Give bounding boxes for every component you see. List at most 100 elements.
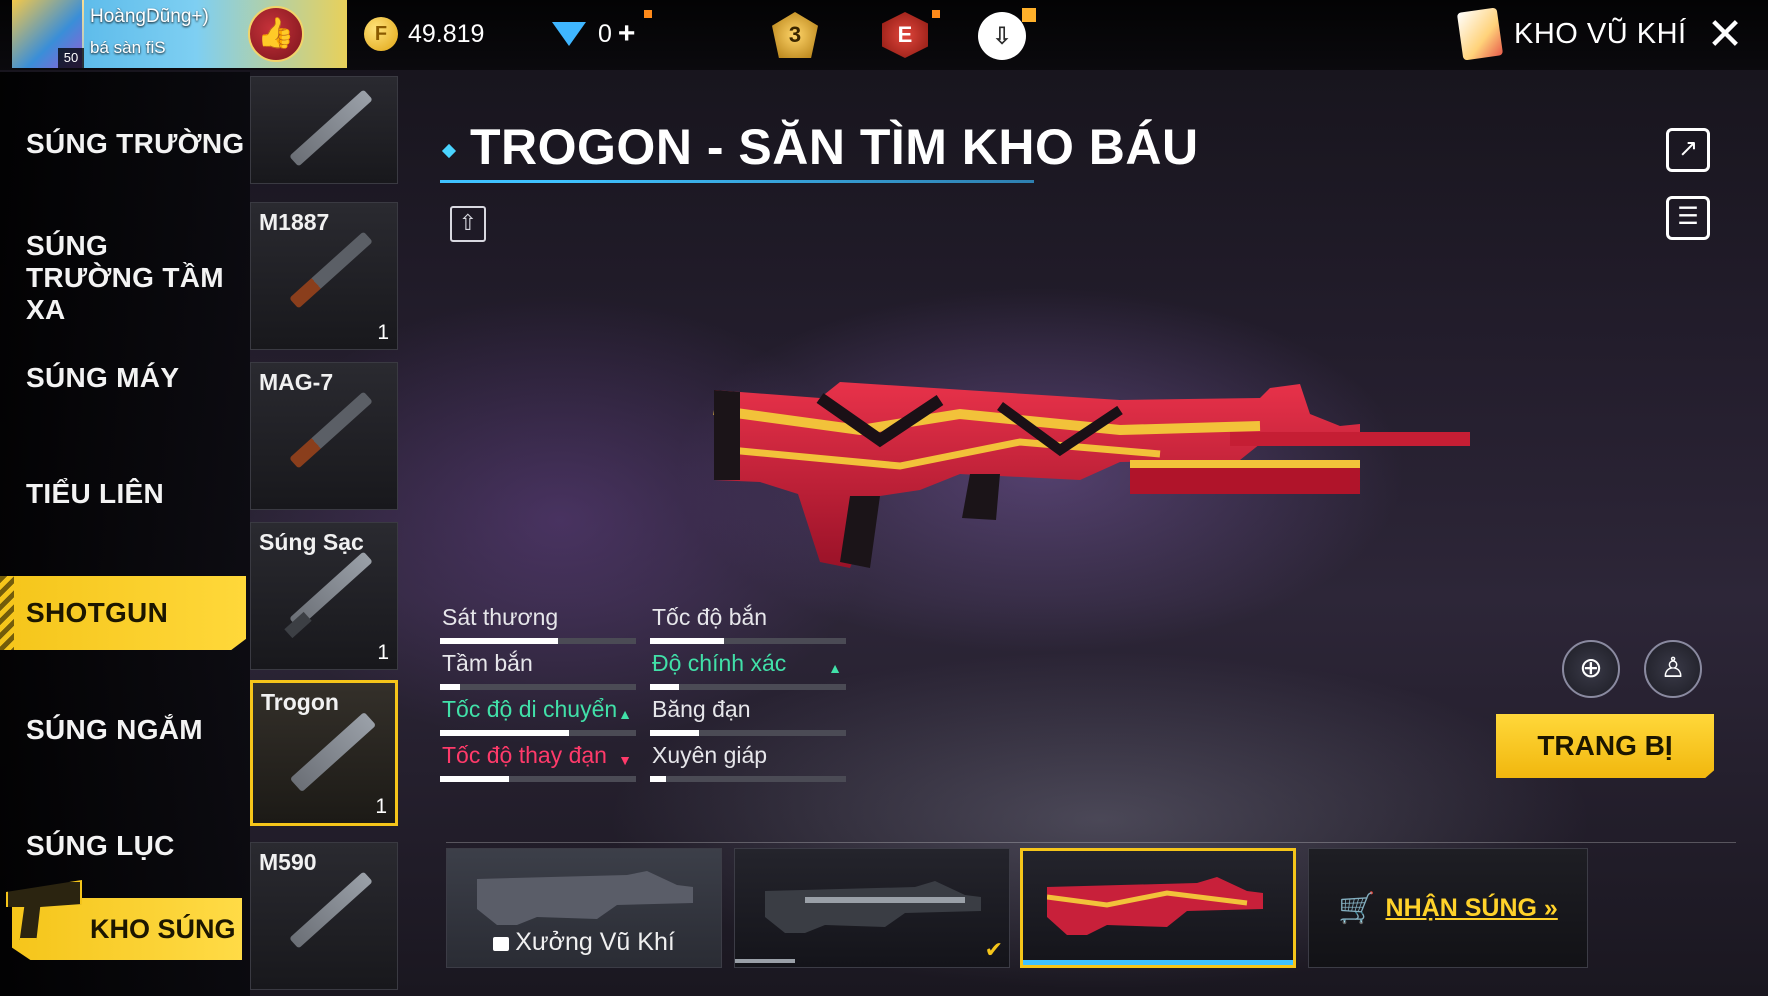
- skin-slot-trogon[interactable]: [1020, 848, 1296, 968]
- character-pose-icon[interactable]: ♙: [1644, 640, 1702, 698]
- stat-fire-rate: Tốc độ bắn: [650, 604, 850, 644]
- divider: [446, 842, 1736, 843]
- category-sung-truong-tam-xa[interactable]: SÚNG TRƯỜNG TẦM XA: [0, 230, 226, 326]
- stat-magazine: Băng đạn: [650, 696, 850, 736]
- skin-label: Xưởng Vũ Khí: [447, 928, 721, 957]
- skin-preview: [765, 881, 981, 933]
- weapon-thumbnail: [289, 231, 373, 309]
- weapon-count: 1: [377, 321, 389, 344]
- diamond-counter[interactable]: 0 +: [552, 14, 635, 54]
- gold-counter: F 49.819: [364, 14, 484, 54]
- stat-label: Xuyên giáp: [652, 742, 768, 768]
- title-underline: [440, 180, 1034, 183]
- title-bullet-icon: [441, 143, 457, 159]
- stat-label: Độ chính xác: [652, 650, 787, 676]
- stat-bar: [440, 776, 636, 782]
- weapon-title-block: TROGON - SĂN TÌM KHO BÁU: [440, 118, 1198, 186]
- skin-slot-default[interactable]: ✔: [734, 848, 1010, 968]
- weapon-name: M1887: [259, 209, 330, 235]
- gold-coin-icon: F: [364, 17, 398, 51]
- stat-bar-fill: [650, 638, 725, 644]
- elite-pass-icon[interactable]: E: [882, 12, 928, 58]
- stat-bar-fill: [440, 638, 558, 644]
- armory-header: KHO VŨ KHÍ: [1456, 7, 1687, 61]
- weapon-card-trogon[interactable]: Trogon 1: [250, 680, 398, 826]
- player-level: 50: [58, 48, 84, 68]
- skin-slot-workshop[interactable]: Xưởng Vũ Khí: [446, 848, 722, 968]
- rank-badge-icon[interactable]: 3: [772, 12, 818, 58]
- skin-label-text: Xưởng Vũ Khí: [515, 928, 675, 956]
- stat-reload-speed: Tốc độ thay đạn ▼: [440, 742, 640, 782]
- weapon-thumbnail: [289, 391, 373, 469]
- weapon-3d-preview[interactable]: [700, 370, 1480, 590]
- stat-bar: [650, 730, 846, 736]
- cart-icon: 🛒: [1338, 891, 1376, 925]
- close-button[interactable]: ✕: [1700, 10, 1750, 60]
- stat-bar-fill: [650, 776, 666, 782]
- stat-bar-fill: [650, 684, 680, 690]
- stat-label: Tầm bắn: [442, 650, 533, 676]
- player-profile[interactable]: 50 HoàngDũng+) bá sàn fiS 👍: [12, 0, 347, 68]
- upgrade-icon[interactable]: ⇧: [450, 206, 486, 242]
- weapon-card-sung-sac[interactable]: Súng Sạc 1: [250, 522, 398, 670]
- stat-bar: [650, 684, 846, 690]
- get-gun-label: NHẬN SÚNG »: [1385, 893, 1558, 922]
- arrow-up-icon: ▲: [828, 660, 842, 676]
- stat-range: Tầm bắn: [440, 650, 640, 690]
- weapon-name: Súng Sạc: [259, 529, 364, 555]
- player-tag: bá sàn fiS: [90, 38, 166, 57]
- stat-bar: [650, 776, 846, 782]
- top-bar: 50 HoàngDũng+) bá sàn fiS 👍 F 49.819 0 +…: [0, 0, 1768, 70]
- player-name: HoàngDũng+): [90, 6, 209, 27]
- weapon-card-mag7[interactable]: MAG-7: [250, 362, 398, 510]
- category-tieu-lien[interactable]: TIỂU LIÊN: [0, 478, 246, 510]
- gold-amount: 49.819: [408, 19, 485, 48]
- weapon-card-m1887[interactable]: M1887 1: [250, 202, 398, 350]
- category-sung-truong[interactable]: SÚNG TRƯỜNG: [0, 128, 246, 160]
- category-sung-may[interactable]: SÚNG MÁY: [0, 362, 246, 394]
- share-icon[interactable]: ↗: [1666, 128, 1710, 172]
- category-shotgun[interactable]: SHOTGUN: [0, 576, 246, 650]
- stat-label: Tốc độ bắn: [652, 604, 768, 630]
- equip-button[interactable]: TRANG BỊ: [1496, 714, 1714, 778]
- weapon-count: 1: [375, 795, 387, 818]
- weapon-thumbnail: [289, 871, 373, 949]
- stat-bar-fill: [440, 776, 509, 782]
- add-diamond-button[interactable]: +: [618, 17, 636, 51]
- weapon-title: TROGON - SĂN TÌM KHO BÁU: [470, 119, 1199, 175]
- inspect-details-icon[interactable]: ☰: [1666, 196, 1710, 240]
- stat-damage: Sát thương: [440, 604, 640, 644]
- lock-icon: [493, 937, 510, 951]
- category-sung-ngam[interactable]: SÚNG NGẮM: [0, 714, 246, 746]
- zoom-in-icon[interactable]: ⊕: [1562, 640, 1620, 698]
- check-icon: ✔: [984, 937, 1003, 962]
- diamond-icon: [552, 22, 586, 46]
- skin-progress: [735, 959, 795, 963]
- kho-sung-button[interactable]: KHO SÚNG: [12, 898, 242, 960]
- stat-label: Tốc độ thay đạn: [442, 742, 607, 768]
- selected-indicator: [1023, 960, 1293, 965]
- skin-preview: [1047, 877, 1263, 935]
- stat-movement-speed: Tốc độ di chuyển ▲: [440, 696, 640, 736]
- weapon-count: 1: [377, 641, 389, 664]
- notification-dot: [932, 10, 940, 18]
- notification-dot: [644, 10, 652, 18]
- category-sung-luc[interactable]: SÚNG LỤC: [0, 830, 246, 862]
- stat-bar: [440, 730, 636, 736]
- stat-bar: [440, 684, 636, 690]
- weapon-thumbnail: [289, 89, 373, 167]
- cloud-download-icon[interactable]: ⇩: [978, 12, 1026, 60]
- weapon-thumbnail-stock: [284, 611, 312, 639]
- weapon-name: Trogon: [261, 689, 339, 715]
- weapon-card[interactable]: [250, 76, 398, 184]
- get-gun-button[interactable]: 🛒 NHẬN SÚNG »: [1308, 848, 1588, 968]
- weapon-thumbnail: [289, 711, 377, 793]
- stat-armor-penetration: Xuyên giáp: [650, 742, 850, 782]
- gift-icon: [1022, 8, 1036, 22]
- weapon-card-m590[interactable]: M590: [250, 842, 398, 990]
- thumbs-up-badge-icon: 👍: [248, 6, 304, 62]
- stat-label: Băng đạn: [652, 696, 751, 722]
- arrow-up-icon: ▲: [618, 706, 632, 722]
- stat-bar-fill: [440, 684, 460, 690]
- armory-title: KHO VŨ KHÍ: [1514, 17, 1687, 50]
